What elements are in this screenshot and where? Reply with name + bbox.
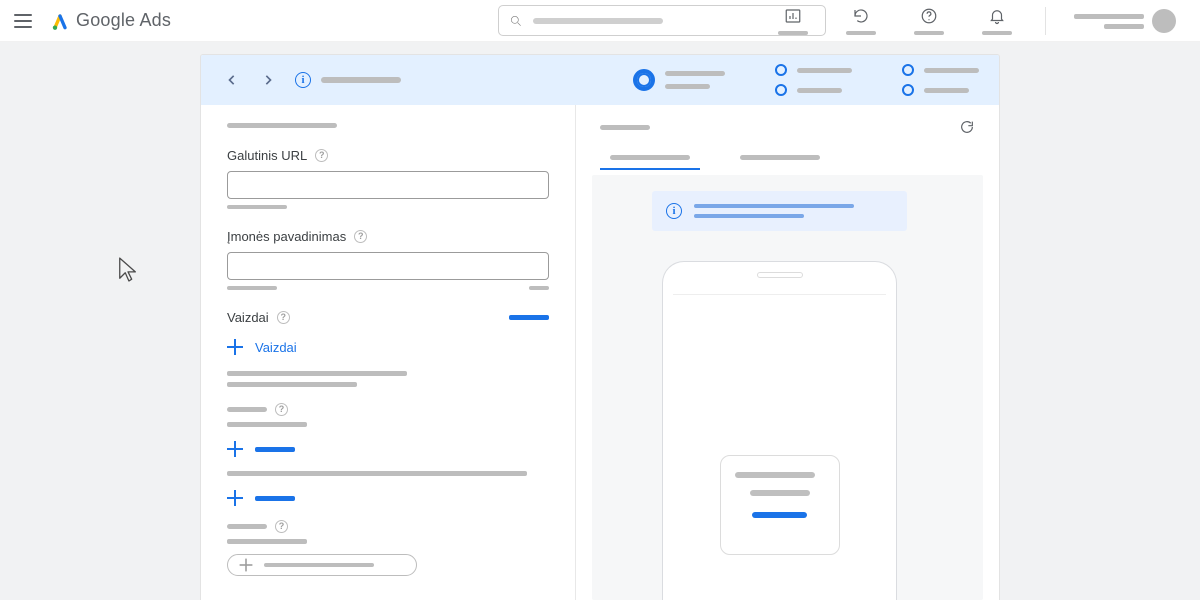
add-chip-button[interactable] xyxy=(227,554,417,576)
workspace: Galutinis URL Įmonės pavadinimas Vaizdai… xyxy=(0,42,1200,600)
divider-skeleton xyxy=(227,471,527,476)
step-title-skeleton xyxy=(321,77,401,83)
help-icon[interactable] xyxy=(315,149,328,162)
bell-icon xyxy=(988,7,1006,25)
cta-skeleton xyxy=(752,512,807,518)
info-icon xyxy=(666,203,682,219)
cursor-pointer-icon xyxy=(117,256,139,284)
step-indicator-icon xyxy=(775,84,787,96)
product-name: Google Ads xyxy=(76,10,171,31)
final-url-label: Galutinis URL xyxy=(227,148,549,163)
plus-icon xyxy=(227,490,243,506)
text-skeleton xyxy=(227,539,307,544)
avatar[interactable] xyxy=(1152,9,1176,33)
preview-tab-2[interactable] xyxy=(740,155,820,170)
device-screen xyxy=(673,294,886,600)
device-frame xyxy=(662,261,897,600)
help-icon[interactable] xyxy=(275,403,288,416)
step-3[interactable] xyxy=(902,64,979,96)
help-icon xyxy=(920,7,938,25)
ad-preview xyxy=(576,105,999,600)
top-bar: Google Ads xyxy=(0,0,1200,42)
ad-card-preview xyxy=(720,455,840,555)
product-logo[interactable]: Google Ads xyxy=(50,10,171,31)
preview-refresh-button[interactable] xyxy=(959,119,975,135)
preview-tab-1[interactable] xyxy=(600,155,700,170)
step-indicator-active-icon xyxy=(633,69,655,91)
add-item-button[interactable] xyxy=(227,441,549,457)
step-indicator-icon xyxy=(775,64,787,76)
final-url-input[interactable] xyxy=(227,171,549,199)
menu-icon[interactable] xyxy=(14,14,32,28)
step-2[interactable] xyxy=(775,64,852,96)
refresh-icon xyxy=(959,119,975,135)
help-icon[interactable] xyxy=(354,230,367,243)
ad-form: Galutinis URL Įmonės pavadinimas Vaizdai… xyxy=(201,105,576,600)
step-1[interactable] xyxy=(633,69,725,91)
refresh-button[interactable] xyxy=(841,7,881,35)
info-icon[interactable] xyxy=(295,72,311,88)
add-images-button[interactable]: Vaizdai xyxy=(227,339,549,355)
search-placeholder-skeleton xyxy=(533,18,663,24)
steps xyxy=(633,64,979,96)
chevron-left-icon xyxy=(227,75,237,85)
account-switcher[interactable] xyxy=(1074,9,1176,33)
business-name-input[interactable] xyxy=(227,252,549,280)
preview-tabs xyxy=(600,155,975,170)
preview-info-banner xyxy=(652,191,907,231)
panel-body: Galutinis URL Įmonės pavadinimas Vaizdai… xyxy=(201,105,999,600)
phone-speaker-icon xyxy=(757,272,803,278)
step-indicator-icon xyxy=(902,64,914,76)
help-button[interactable] xyxy=(909,7,949,35)
search-icon xyxy=(509,14,523,28)
add-item-button[interactable] xyxy=(227,490,549,506)
preview-header xyxy=(576,105,999,170)
help-icon[interactable] xyxy=(277,311,290,324)
plus-icon xyxy=(227,441,243,457)
reports-button[interactable] xyxy=(773,7,813,35)
step-back-button[interactable] xyxy=(221,69,243,91)
top-actions xyxy=(773,0,1176,42)
chevron-right-icon xyxy=(263,75,273,85)
images-section-header: Vaizdai xyxy=(227,310,549,325)
section-label-skeleton xyxy=(227,520,549,533)
preview-canvas xyxy=(592,175,983,600)
help-icon[interactable] xyxy=(275,520,288,533)
ad-builder-panel: Galutinis URL Įmonės pavadinimas Vaizdai… xyxy=(200,54,1000,600)
images-link-skeleton[interactable] xyxy=(509,315,549,320)
notifications-button[interactable] xyxy=(977,7,1017,35)
refresh-icon xyxy=(852,7,870,25)
preview-title-skeleton xyxy=(600,125,650,130)
step-forward-button[interactable] xyxy=(257,69,279,91)
text-skeleton xyxy=(227,422,307,427)
plus-icon xyxy=(240,559,253,572)
section-label-skeleton xyxy=(227,403,549,416)
stepper-header xyxy=(201,55,999,105)
ads-logo-icon xyxy=(50,11,70,31)
plus-icon xyxy=(227,339,243,355)
bar-chart-icon xyxy=(784,7,802,25)
separator xyxy=(1045,7,1046,35)
step-indicator-icon xyxy=(902,84,914,96)
business-name-label: Įmonės pavadinimas xyxy=(227,229,549,244)
